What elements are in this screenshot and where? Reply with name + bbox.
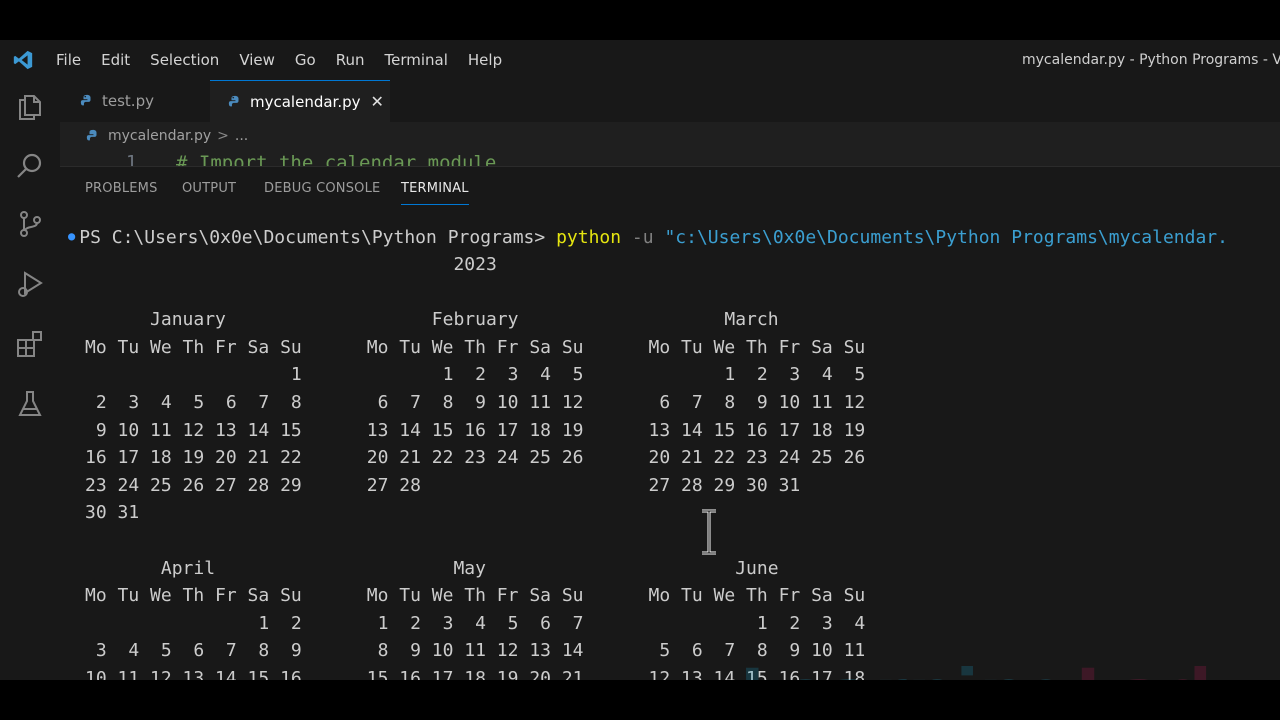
vscode-window: File Edit Selection View Go Run Terminal…: [0, 40, 1280, 680]
terminal-line: 23 24 25 26 27 28 29 27 28 27 28 29 30 3…: [85, 474, 801, 496]
tab-mycalendar-py[interactable]: mycalendar.py ✕: [210, 80, 390, 122]
terminal-line: April May June: [85, 557, 779, 579]
command-name: python: [556, 227, 622, 248]
menu-view[interactable]: View: [229, 40, 285, 80]
menu-selection[interactable]: Selection: [140, 40, 229, 80]
run-debug-icon[interactable]: [14, 268, 46, 300]
menu-edit[interactable]: Edit: [91, 40, 140, 80]
menu-file[interactable]: File: [46, 40, 91, 80]
testing-icon[interactable]: [14, 388, 46, 420]
code-editor[interactable]: 1 # Import the calendar module: [60, 150, 1280, 166]
command-status-icon: ●: [68, 229, 76, 243]
breadcrumb-separator: >: [217, 128, 229, 144]
explorer-icon[interactable]: [14, 91, 46, 123]
python-file-icon: [228, 95, 239, 106]
tab-test-py[interactable]: test.py: [60, 80, 210, 122]
code-line: # Import the calendar module: [176, 152, 497, 166]
breadcrumb-rest[interactable]: ...: [235, 128, 248, 144]
tab-problems[interactable]: PROBLEMS: [85, 181, 158, 196]
terminal-line: Mo Tu We Th Fr Sa Su Mo Tu We Th Fr Sa S…: [85, 585, 866, 607]
watermark-logo: LearningLad: [740, 655, 1213, 680]
vscode-logo-icon: [0, 40, 46, 80]
tab-terminal[interactable]: TERMINAL: [401, 181, 469, 205]
menu-go[interactable]: Go: [285, 40, 326, 80]
extensions-icon[interactable]: [14, 328, 46, 360]
tab-label: mycalendar.py: [250, 92, 361, 111]
terminal-line: Mo Tu We Th Fr Sa Su Mo Tu We Th Fr Sa S…: [85, 336, 866, 358]
tab-label: test.py: [102, 92, 154, 110]
terminal-line: 1 2 1 2 3 4 5 6 7 1 2 3 4: [85, 612, 866, 634]
terminal-line: January February March: [85, 309, 779, 331]
close-tab-icon[interactable]: ✕: [371, 92, 384, 111]
tab-output[interactable]: OUTPUT: [182, 181, 236, 196]
editor-tab-bar: test.py mycalendar.py ✕: [60, 80, 1280, 122]
terminal-output[interactable]: ● PS C:\Users\0x0e\Documents\Python Progr…: [60, 223, 1280, 680]
search-icon[interactable]: [14, 150, 46, 182]
terminal-line: 30 31: [85, 502, 140, 524]
command-flag: -u: [621, 227, 665, 248]
window-title: mycalendar.py - Python Programs - Vis: [1022, 52, 1280, 68]
terminal-line: 16 17 18 19 20 21 22 20 21 22 23 24 25 2…: [85, 447, 866, 469]
terminal-line: 2 3 4 5 6 7 8 6 7 8 9 10 11 12 6 7 8 9 1…: [85, 392, 866, 413]
prompt: PS C:\Users\0x0e\Documents\Python Progra…: [79, 227, 557, 248]
terminal-line: 2023: [85, 254, 497, 275]
python-file-icon: [80, 94, 91, 106]
menu-run[interactable]: Run: [326, 40, 375, 80]
video-letterbox-bottom: [0, 680, 1280, 720]
command-line: ● PS C:\Users\0x0e\Documents\Python Progr…: [68, 227, 1228, 248]
terminal-line: 9 10 11 12 13 14 15 13 14 15 16 17 18 19…: [85, 419, 866, 441]
terminal-line: 1 1 2 3 4 5 1 2 3 4 5: [85, 364, 866, 386]
panel-tab-bar: PROBLEMS OUTPUT DEBUG CONSOLE TERMINAL: [60, 167, 1280, 211]
text-cursor-icon: [702, 509, 716, 555]
menu-help[interactable]: Help: [458, 40, 512, 80]
python-file-icon: [86, 129, 97, 141]
breadcrumb: mycalendar.py > ...: [60, 122, 1280, 150]
menu-bar: File Edit Selection View Go Run Terminal…: [0, 40, 1280, 80]
tab-debug-console[interactable]: DEBUG CONSOLE: [264, 181, 380, 196]
line-number: 1: [126, 152, 137, 166]
source-control-icon[interactable]: [14, 208, 46, 240]
command-argument: "c:\Users\0x0e\Documents\Python Programs…: [664, 227, 1228, 248]
menu-terminal[interactable]: Terminal: [375, 40, 458, 80]
activity-bar: [0, 80, 60, 680]
bottom-panel: PROBLEMS OUTPUT DEBUG CONSOLE TERMINAL ●…: [60, 166, 1280, 680]
video-letterbox-top: [0, 0, 1280, 40]
breadcrumb-file[interactable]: mycalendar.py: [108, 128, 211, 144]
